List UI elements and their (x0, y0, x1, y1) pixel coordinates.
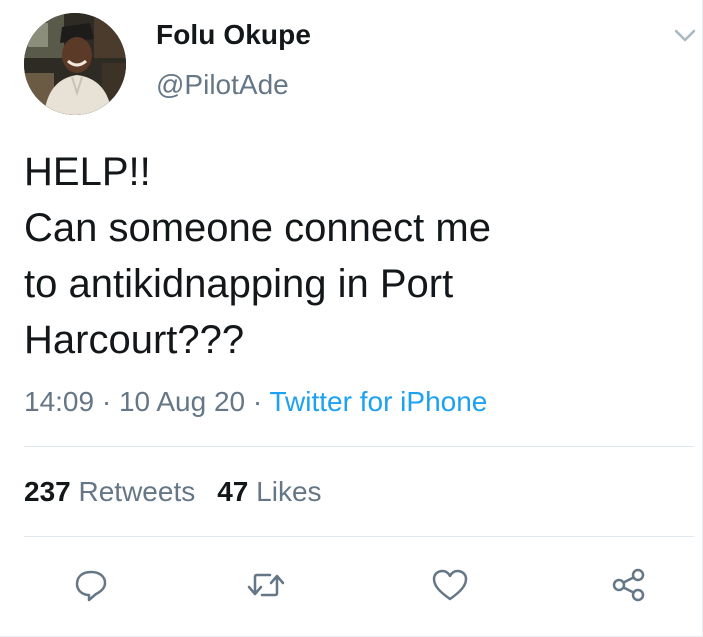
tweet-card: Folu Okupe @PilotAde HELP!! Can someone … (0, 0, 703, 637)
author-handle[interactable]: @PilotAde (156, 69, 289, 101)
tweet-meta: 14:09 · 10 Aug 20 · Twitter for iPhone (24, 386, 487, 418)
tweet-date[interactable]: 10 Aug 20 (119, 386, 245, 417)
retweets-count: 237 (24, 476, 71, 507)
chevron-down-icon[interactable] (672, 26, 698, 46)
likes-stat[interactable]: 47 Likes (217, 476, 321, 507)
tweet-time[interactable]: 14:09 (24, 386, 94, 417)
tweet-stats: 237 Retweets 47 Likes (24, 476, 322, 508)
heart-icon[interactable] (430, 567, 470, 603)
reply-icon[interactable] (73, 567, 109, 603)
meta-separator: · (252, 386, 263, 417)
tweet-source-link[interactable]: Twitter for iPhone (269, 386, 487, 417)
likes-count: 47 (217, 476, 249, 507)
share-icon[interactable] (610, 567, 648, 603)
tweet-text: HELP!! Can someone connect me to antikid… (24, 150, 491, 362)
meta-separator: · (101, 386, 112, 417)
retweets-label: Retweets (78, 476, 196, 507)
avatar-photo (24, 13, 126, 115)
retweet-icon[interactable] (246, 567, 286, 603)
author-display-name[interactable]: Folu Okupe (156, 19, 311, 51)
likes-label: Likes (256, 476, 322, 507)
divider (24, 446, 694, 447)
divider (24, 536, 694, 537)
avatar[interactable] (24, 13, 126, 115)
retweets-stat[interactable]: 237 Retweets (24, 476, 195, 507)
